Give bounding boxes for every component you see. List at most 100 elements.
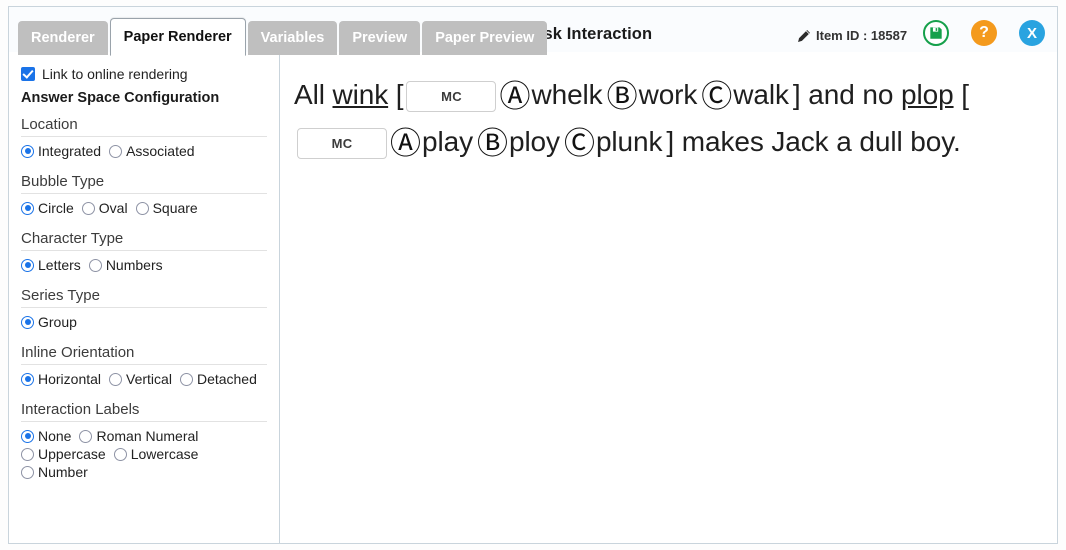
bubble-a-icon-2[interactable]: Ⓐ <box>390 126 421 162</box>
radio-option-none[interactable]: None <box>21 428 71 444</box>
radio-option-oval[interactable]: Oval <box>81 200 128 216</box>
stem-lead-text: All <box>294 79 333 110</box>
radio-line: Group <box>21 314 267 330</box>
radio-option-lowercase[interactable]: Lowercase <box>113 446 198 462</box>
radio-option-letters[interactable]: Letters <box>21 257 81 273</box>
radio-line: None Roman Numeral <box>21 428 267 444</box>
link-to-online-rendering-checkbox[interactable] <box>21 67 35 81</box>
radio-horizontal[interactable] <box>21 372 34 386</box>
radio-detached[interactable] <box>179 372 193 386</box>
stem-blank-wink: wink <box>332 79 389 110</box>
close-x-icon: X <box>1026 24 1037 42</box>
edit-task-interaction-window: Renderer Paper Renderer Variables Previe… <box>0 0 1066 550</box>
radio-circle[interactable] <box>21 201 34 215</box>
save-button[interactable] <box>923 20 949 46</box>
link-to-online-rendering-row[interactable]: Link to online rendering <box>21 66 267 82</box>
mc-answer-space-1[interactable]: MC <box>406 81 497 113</box>
option-c-text-2: plunk <box>595 126 663 158</box>
stem-blank-plop: plop <box>901 79 954 110</box>
radio-square[interactable] <box>135 201 149 215</box>
radio-group[interactable] <box>21 315 34 329</box>
radio-oval[interactable] <box>81 201 95 215</box>
group-series-type-options: Group <box>21 314 267 330</box>
tab-paper-renderer[interactable]: Paper Renderer <box>109 18 246 56</box>
mc-answer-space-2[interactable]: MC <box>297 128 387 160</box>
radio-integrated[interactable] <box>21 144 34 158</box>
radio-label: Group <box>38 314 77 330</box>
radio-label: Square <box>152 200 198 216</box>
radio-line: Horizontal Vertical Detached <box>21 371 267 387</box>
group-bubble-type: Bubble Type Circle Oval Square <box>21 173 267 216</box>
configuration-sidebar: Link to online rendering Answer Space Co… <box>9 52 280 543</box>
radio-option-group[interactable]: Group <box>21 314 77 330</box>
pencil-icon <box>797 29 811 43</box>
radio-label: Roman Numeral <box>96 428 199 444</box>
radio-label: Detached <box>196 371 257 387</box>
radio-option-integrated[interactable]: Integrated <box>21 143 101 159</box>
group-inline-orientation: Inline Orientation Horizontal Vertical D… <box>21 344 267 387</box>
radio-line: Circle Oval Square <box>21 200 267 216</box>
tab-preview[interactable]: Preview <box>339 21 421 55</box>
radio-option-detached[interactable]: Detached <box>179 371 257 387</box>
radio-uppercase[interactable] <box>21 447 34 461</box>
item-id: Item ID : 18587 <box>797 28 907 43</box>
radio-label: Oval <box>98 200 128 216</box>
stem-open-bracket-1: [ <box>388 79 404 110</box>
tab-renderer[interactable]: Renderer <box>18 21 108 55</box>
radio-option-roman-numeral[interactable]: Roman Numeral <box>79 428 198 444</box>
radio-label: Vertical <box>126 371 172 387</box>
radio-label: Number <box>38 464 88 480</box>
radio-lowercase[interactable] <box>113 447 127 461</box>
option-c-text-1: walk <box>733 79 789 110</box>
option-a-text-1: whelk <box>531 79 603 110</box>
radio-option-number[interactable]: Number <box>21 464 88 480</box>
link-to-online-rendering-label: Link to online rendering <box>42 66 188 82</box>
question-mark-icon: ? <box>979 24 989 41</box>
option-b-text-1: work <box>638 79 698 110</box>
radio-letters[interactable] <box>21 258 34 272</box>
bubble-c-icon-1[interactable]: Ⓒ <box>701 79 732 115</box>
bubble-b-icon-1[interactable]: Ⓑ <box>607 79 638 115</box>
radio-option-numbers[interactable]: Numbers <box>88 257 163 273</box>
radio-option-associated[interactable]: Associated <box>109 143 195 159</box>
group-interaction-labels: Interaction Labels None Roman Numeral Up… <box>21 401 267 480</box>
bubble-b-icon-2[interactable]: Ⓑ <box>477 126 508 162</box>
stem-close-bracket-2: ] makes Jack a dull boy. <box>666 126 961 158</box>
group-location-options: Integrated Associated <box>21 143 267 159</box>
window-header: Renderer Paper Renderer Variables Previe… <box>8 6 1058 56</box>
radio-roman-numeral[interactable] <box>79 429 93 443</box>
group-location: Location Integrated Associated <box>21 116 267 159</box>
radio-label: Numbers <box>105 257 163 273</box>
group-character-type-label: Character Type <box>21 230 267 251</box>
radio-numbers[interactable] <box>88 258 102 272</box>
tab-bar: Renderer Paper Renderer Variables Previe… <box>18 15 549 56</box>
group-bubble-type-options: Circle Oval Square <box>21 200 267 216</box>
task-stem: All wink [MC Ⓐwhelk Ⓑwork Ⓒwalk] and no plo… <box>294 74 1045 168</box>
close-button[interactable]: X <box>1019 20 1045 46</box>
group-series-type-label: Series Type <box>21 287 267 308</box>
radio-option-square[interactable]: Square <box>135 200 198 216</box>
radio-vertical[interactable] <box>109 372 123 386</box>
bubble-a-icon-1[interactable]: Ⓐ <box>499 79 530 115</box>
radio-number[interactable] <box>21 465 34 479</box>
radio-option-vertical[interactable]: Vertical <box>109 371 172 387</box>
item-id-label: Item ID : 18587 <box>816 28 908 43</box>
help-button[interactable]: ? <box>971 20 997 46</box>
bubble-c-icon-2[interactable]: Ⓒ <box>564 126 595 162</box>
radio-option-uppercase[interactable]: Uppercase <box>21 446 106 462</box>
radio-option-circle[interactable]: Circle <box>21 200 74 216</box>
radio-label: Integrated <box>38 143 102 159</box>
floppy-disk-icon <box>930 27 942 39</box>
option-b-text-2: ploy <box>508 126 560 158</box>
radio-label: Horizontal <box>38 371 102 387</box>
radio-associated[interactable] <box>109 144 123 158</box>
header-actions: ? X <box>923 20 1045 46</box>
tab-paper-preview[interactable]: Paper Preview <box>422 21 548 55</box>
group-interaction-labels-label: Interaction Labels <box>21 401 267 422</box>
window-body: Link to online rendering Answer Space Co… <box>8 52 1058 544</box>
radio-none[interactable] <box>21 429 34 443</box>
group-bubble-type-label: Bubble Type <box>21 173 267 194</box>
radio-option-horizontal[interactable]: Horizontal <box>21 371 101 387</box>
tab-variables[interactable]: Variables <box>247 21 338 55</box>
radio-label: None <box>38 428 72 444</box>
